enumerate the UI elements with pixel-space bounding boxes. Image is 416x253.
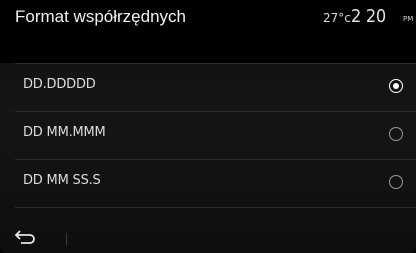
separator xyxy=(15,207,416,208)
footer-divider xyxy=(66,233,67,245)
temperature-readout: 27°c xyxy=(323,11,351,25)
option-row-dd-ddddd[interactable]: DD.DDDDD xyxy=(0,64,416,110)
page-title: Format współrzędnych xyxy=(15,7,187,26)
option-label: DD MM.MMM xyxy=(23,125,106,140)
header-bar: Format współrzędnych 27°c 2 20 PM xyxy=(0,0,416,63)
back-arrow-icon[interactable] xyxy=(13,230,37,246)
radio-unselected-icon[interactable] xyxy=(389,127,403,141)
clock-time: 2 20 xyxy=(351,6,386,27)
option-row-dd-mm-ss-s[interactable]: DD MM SS.S xyxy=(0,160,416,206)
clock-ampm: PM xyxy=(403,15,414,23)
radio-unselected-icon[interactable] xyxy=(389,175,403,189)
option-row-dd-mm-mmm[interactable]: DD MM.MMM xyxy=(0,112,416,158)
option-label: DD.DDDDD xyxy=(23,77,96,92)
option-label: DD MM SS.S xyxy=(23,173,101,188)
coordinate-format-screen: Format współrzędnych 27°c 2 20 PM DD.DDD… xyxy=(0,0,416,253)
footer-bar xyxy=(0,222,416,253)
radio-selected-icon[interactable] xyxy=(389,79,403,93)
